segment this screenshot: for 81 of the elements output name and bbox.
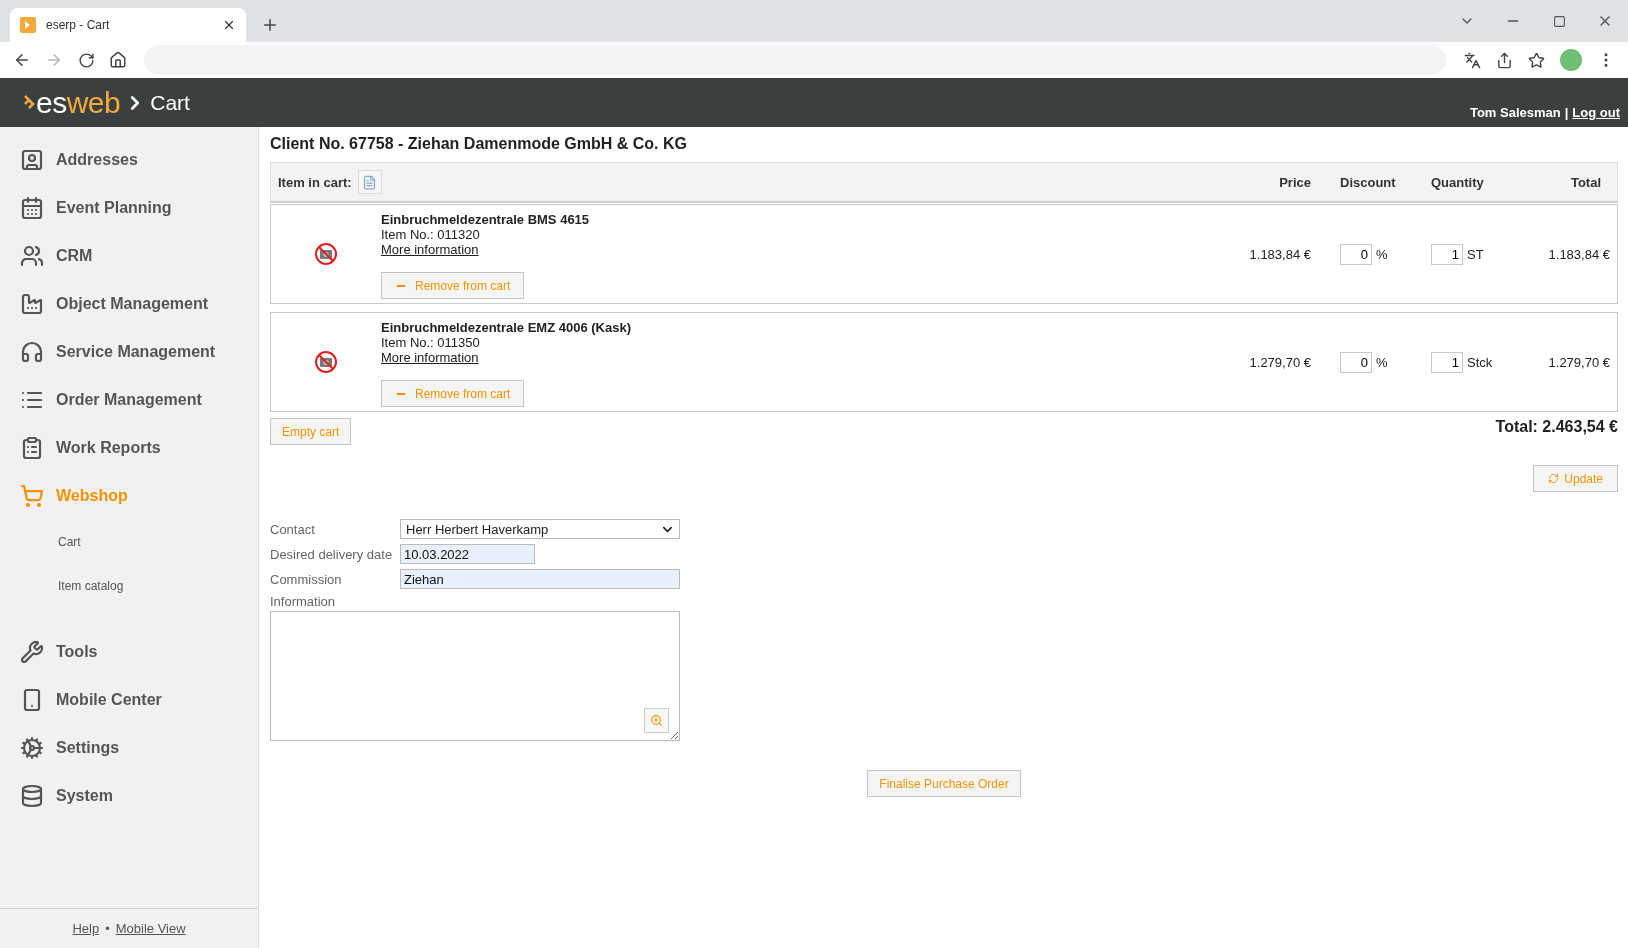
mobile-view-link[interactable]: Mobile View (115, 921, 186, 936)
more-information-link[interactable]: More information (381, 242, 479, 257)
sidebar-item[interactable]: Addresses (0, 136, 258, 184)
reload-icon[interactable] (77, 51, 95, 69)
percent-label: % (1376, 354, 1388, 370)
sidebar-item[interactable]: System (0, 772, 258, 820)
column-header: Discount (1339, 174, 1397, 190)
maximize-icon[interactable] (1552, 14, 1566, 28)
wrench-icon (20, 640, 44, 664)
browser-tab[interactable]: eserp - Cart (10, 8, 246, 42)
star-icon[interactable] (1527, 51, 1545, 69)
new-tab-icon[interactable] (261, 16, 279, 34)
translate-icon[interactable] (1463, 51, 1481, 69)
clipboard-icon (20, 436, 44, 460)
refresh-icon (1548, 473, 1560, 484)
price-cell-text: 1.279,70 € (1248, 354, 1312, 370)
sidebar-subitem[interactable]: Cart (0, 520, 258, 564)
client-title: Client No. 67758 - Ziehan Damenmode GmbH & Co. KG (270, 135, 688, 153)
contact-card-icon (20, 148, 44, 172)
headset-icon (20, 340, 44, 364)
no-image-icon (314, 350, 338, 374)
delivery-date-field[interactable]: 10.03.2022 (400, 544, 535, 564)
zoom-icon (650, 714, 663, 727)
tab-title: eserp - Cart (46, 18, 111, 32)
logo[interactable]: esweb (24, 85, 121, 120)
more-information-link[interactable]: More information (381, 350, 479, 365)
information-field[interactable] (270, 611, 680, 741)
user-name: Tom Salesman (1469, 105, 1561, 120)
people-icon (20, 244, 44, 268)
no-image-icon (314, 242, 338, 266)
contact-label: Contact (270, 521, 316, 537)
home-icon[interactable] (109, 51, 127, 69)
unit-label: ST (1467, 246, 1484, 262)
database-icon (20, 784, 44, 808)
calendar-icon (20, 196, 44, 220)
sidebar-item[interactable]: Event Planning (0, 184, 258, 232)
discount-input[interactable]: 0 (1340, 243, 1372, 265)
page-title: Cart (150, 90, 190, 115)
sidebar-item[interactable]: Service Management (0, 328, 258, 376)
sidebar-item[interactable]: Order Management (0, 376, 258, 424)
factory-icon (20, 292, 44, 316)
total-cell-text: 1.183,84 € (1547, 246, 1610, 262)
help-link[interactable]: Help (72, 921, 100, 936)
commission-field[interactable]: Ziehan (400, 569, 680, 589)
cart-icon (20, 484, 44, 508)
separator-dot: • (105, 921, 110, 936)
sidebar-item[interactable]: Tools (0, 628, 258, 676)
favicon-icon (20, 17, 36, 33)
document-icon (362, 174, 378, 190)
sidebar-item[interactable]: CRM (0, 232, 258, 280)
items-label: Item in cart: (278, 174, 352, 190)
price-cell-text: 1.183,84 € (1248, 246, 1312, 262)
contact-select[interactable]: Herr Herbert Haverkamp (400, 519, 680, 539)
back-icon[interactable] (13, 51, 31, 69)
discount-input[interactable]: 0 (1340, 351, 1372, 373)
commission-label: Commission (270, 571, 343, 587)
quantity-input[interactable]: 1 (1431, 351, 1463, 373)
sidebar-item[interactable]: Work Reports (0, 424, 258, 472)
item-number: Item No.: 011350 (381, 335, 481, 350)
settings-icon (20, 736, 44, 760)
grand-total: Total: 2.463,54 € (1495, 418, 1618, 436)
column-header: Quantity (1430, 174, 1485, 190)
close-icon[interactable] (222, 18, 236, 32)
item-name: Einbruchmeldezentrale EMZ 4006 (Kask) (381, 320, 632, 335)
quantity-input[interactable]: 1 (1431, 243, 1463, 265)
sidebar-item[interactable]: Object Management (0, 280, 258, 328)
percent-label: % (1376, 246, 1388, 262)
sidebar-item[interactable]: Settings (0, 724, 258, 772)
sidebar-item[interactable]: Mobile Center (0, 676, 258, 724)
logout-link[interactable]: Log out (1572, 105, 1620, 120)
divider-text: | (1564, 105, 1569, 120)
total-cell-text: 1.279,70 € (1547, 354, 1610, 370)
item-name: Einbruchmeldezentrale BMS 4615 (381, 212, 591, 227)
unit-label: Stck (1467, 354, 1493, 370)
column-header: Total (1569, 174, 1602, 190)
information-label: Information (270, 594, 337, 609)
sidebar-subitem[interactable]: Item catalog (0, 564, 258, 608)
item-number: Item No.: 011320 (381, 227, 481, 242)
delivery-date-label: Desired delivery date (270, 546, 394, 562)
column-header: Price (1278, 174, 1312, 190)
share-icon[interactable] (1495, 51, 1513, 69)
